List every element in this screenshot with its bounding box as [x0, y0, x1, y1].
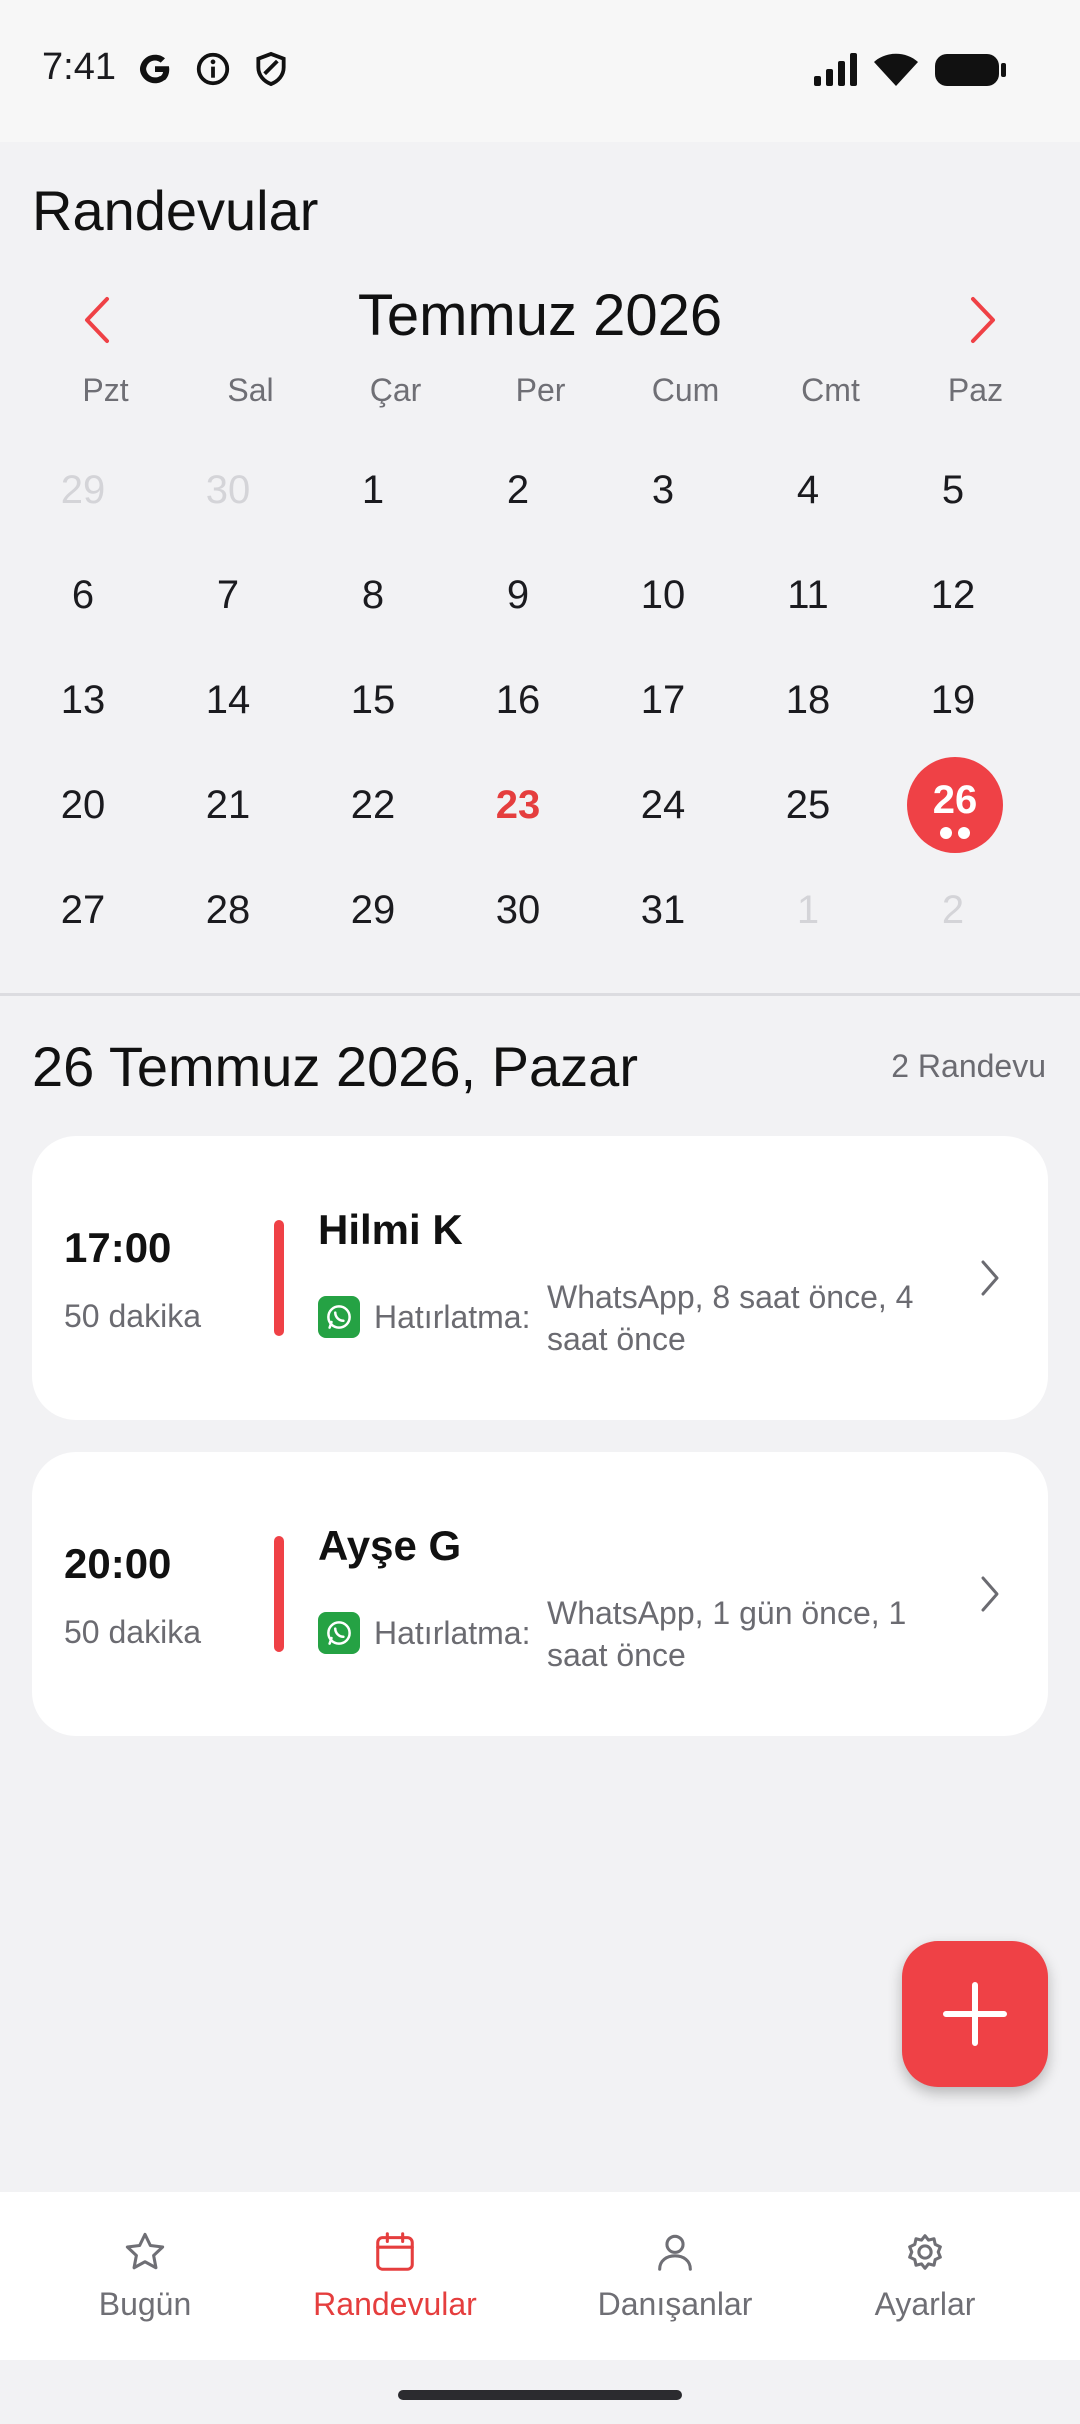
appointment-time: 20:00	[64, 1540, 172, 1587]
calendar-day[interactable]: 3	[613, 440, 713, 540]
calendar-day[interactable]: 29	[323, 860, 423, 960]
reminder-label: Hatırlatma:	[374, 1299, 531, 1335]
plus-icon	[943, 1982, 1007, 2046]
calendar-day[interactable]: 17	[613, 650, 713, 750]
reminder-value: WhatsApp, 1 gün önce, 1 saat önce	[547, 1595, 907, 1673]
chevron-right-icon	[970, 1258, 1010, 1298]
selected-date-heading: 26 Temmuz 2026, Pazar	[32, 1035, 638, 1098]
calendar-day[interactable]: 31	[613, 860, 713, 960]
calendar-day[interactable]: 13	[33, 650, 133, 750]
calendar-day[interactable]: 16	[468, 650, 568, 750]
calendar-day[interactable]: 18	[758, 650, 858, 750]
person-icon	[651, 2228, 699, 2276]
nav-label: Bugün	[98, 2286, 192, 2322]
calendar-day[interactable]: 21	[178, 755, 278, 855]
nav-item-settings[interactable]: Ayarlar	[840, 2192, 1010, 2360]
appointment-card[interactable]: 20:00 50 dakika Ayşe G Hatırlatma: Whats…	[32, 1452, 1048, 1736]
calendar-day[interactable]: 5	[903, 440, 1003, 540]
whatsapp-icon	[318, 1296, 360, 1338]
reminder-value: WhatsApp, 8 saat önce, 4 saat önce	[547, 1279, 914, 1357]
appointment-dots	[940, 826, 970, 839]
appointment-duration: 50 dakika	[64, 1614, 201, 1650]
home-indicator[interactable]	[398, 2390, 682, 2400]
calendar-day[interactable]: 19	[903, 650, 1003, 750]
calendar-day[interactable]: 7	[178, 545, 278, 645]
appointment-count: 2 Randevu	[891, 1048, 1046, 1084]
next-month-button[interactable]	[954, 290, 1014, 350]
client-name: Hilmi K	[318, 1206, 463, 1253]
calendar-day[interactable]: 22	[323, 755, 423, 855]
calendar-day[interactable]: 30	[468, 860, 568, 960]
calendar-day[interactable]: 6	[33, 545, 133, 645]
appointment-card[interactable]: 17:00 50 dakika Hilmi K Hatırlatma: What…	[32, 1136, 1048, 1420]
page-title: Randevular	[32, 179, 319, 242]
signal-icon	[812, 52, 860, 93]
weekday-header: Pzt Sal Çar Per Cum Cmt Paz	[0, 372, 1080, 422]
battery-icon	[934, 52, 1008, 93]
weekday-label: Pzt	[82, 372, 129, 408]
nav-label: Ayarlar	[874, 2286, 976, 2322]
calendar-day-outside[interactable]: 2	[903, 860, 1003, 960]
status-time: 7:41	[42, 46, 116, 88]
appointment-duration: 50 dakika	[64, 1298, 201, 1334]
calendar-day-outside[interactable]: 1	[758, 860, 858, 960]
status-bar-accent	[274, 1536, 284, 1652]
calendar-icon	[371, 2228, 419, 2276]
calendar-day[interactable]: 28	[178, 860, 278, 960]
calendar-day[interactable]: 9	[468, 545, 568, 645]
chevron-right-icon	[971, 297, 995, 343]
calendar-day-today[interactable]: 23	[468, 755, 568, 855]
weekday-label: Paz	[947, 372, 1004, 408]
status-bar: 7:41	[0, 0, 1080, 142]
calendar-day-outside[interactable]: 29	[33, 440, 133, 540]
star-icon	[121, 2228, 169, 2276]
calendar-day-outside[interactable]: 30	[178, 440, 278, 540]
calendar-day[interactable]: 12	[903, 545, 1003, 645]
add-appointment-button[interactable]	[902, 1941, 1048, 2087]
nav-item-today[interactable]: Bugün	[60, 2192, 230, 2360]
nav-label: Danışanlar	[597, 2286, 753, 2322]
calendar-day[interactable]: 10	[613, 545, 713, 645]
calendar-day[interactable]: 24	[613, 755, 713, 855]
calendar-day[interactable]: 15	[323, 650, 423, 750]
info-icon	[194, 50, 232, 93]
whatsapp-icon	[318, 1612, 360, 1654]
calendar-day[interactable]: 2	[468, 440, 568, 540]
calendar-day[interactable]: 1	[323, 440, 423, 540]
calendar-day[interactable]: 8	[323, 545, 423, 645]
chevron-right-icon	[970, 1574, 1010, 1614]
calendar-day[interactable]: 25	[758, 755, 858, 855]
divider	[0, 993, 1080, 996]
nav-item-appointments[interactable]: Randevular	[290, 2192, 500, 2360]
calendar-day[interactable]: 14	[178, 650, 278, 750]
google-icon	[136, 50, 174, 93]
calendar-day-selected[interactable]: 26	[907, 757, 1003, 853]
weekday-label: Per	[515, 372, 566, 408]
month-title: Temmuz 2026	[357, 283, 723, 348]
weekday-label: Çar	[369, 372, 422, 408]
appointment-time: 17:00	[64, 1224, 172, 1271]
calendar-day[interactable]: 11	[758, 545, 858, 645]
wifi-icon	[872, 50, 920, 93]
shield-icon	[252, 50, 290, 93]
calendar-day[interactable]: 27	[33, 860, 133, 960]
nav-item-clients[interactable]: Danışanlar	[570, 2192, 780, 2360]
calendar-day[interactable]: 4	[758, 440, 858, 540]
weekday-label: Cmt	[801, 372, 860, 408]
reminder-label: Hatırlatma:	[374, 1615, 531, 1651]
client-name: Ayşe G	[318, 1522, 462, 1569]
weekday-label: Cum	[651, 372, 720, 408]
bottom-navigation: Bugün Randevular Danışanlar Ayarlar	[0, 2192, 1080, 2360]
status-bar-accent	[274, 1220, 284, 1336]
gear-icon	[901, 2228, 949, 2276]
calendar-day[interactable]: 20	[33, 755, 133, 855]
selected-day-number: 26	[932, 777, 978, 822]
nav-label: Randevular	[313, 2286, 477, 2322]
weekday-label: Sal	[227, 372, 274, 408]
